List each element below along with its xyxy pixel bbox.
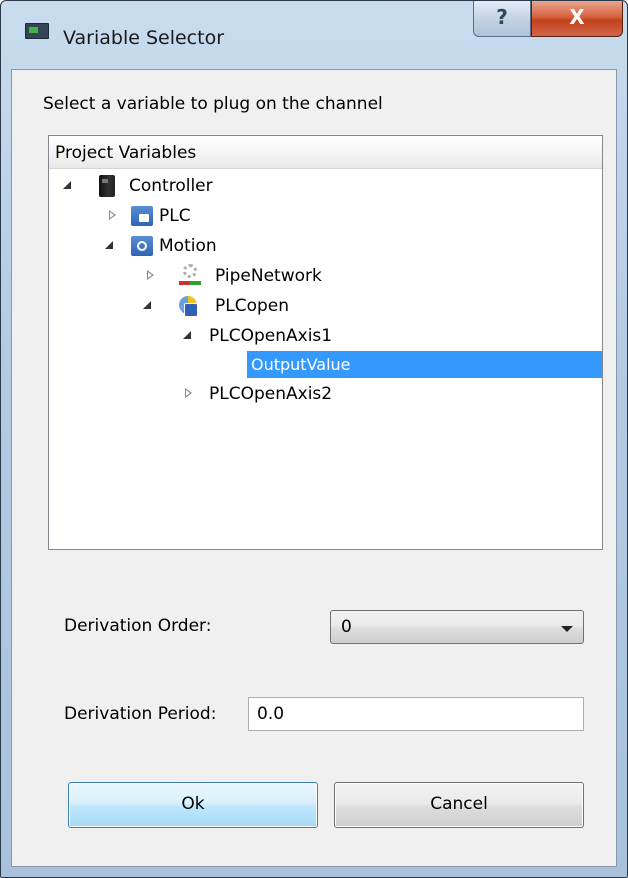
expanded-arrow-icon[interactable]	[143, 301, 151, 309]
window-title: Variable Selector	[63, 27, 225, 49]
variable-selector-window: Variable Selector ? X Select a variable …	[0, 0, 628, 878]
tree-item-motion[interactable]: Motion	[49, 232, 602, 260]
tree-item-label: PLCOpenAxis1	[209, 326, 333, 346]
ok-button[interactable]: Ok	[68, 782, 318, 828]
derivation-period-label: Derivation Period:	[64, 704, 217, 724]
tree-item-controller[interactable]: Controller	[49, 172, 602, 200]
close-button[interactable]: X	[531, 1, 623, 37]
collapsed-arrow-icon[interactable]	[147, 270, 154, 280]
chevron-down-icon[interactable]	[561, 626, 573, 632]
tree-item-label: Controller	[129, 176, 213, 196]
dialog-body: Select a variable to plug on the channel…	[11, 69, 617, 867]
derivation-order-value: 0	[341, 617, 352, 637]
derivation-period-input[interactable]	[248, 697, 584, 731]
expanded-arrow-icon[interactable]	[105, 241, 113, 249]
tree-item-outputvalue[interactable]: OutputValue	[247, 351, 602, 378]
tree-item-label: PLCopen	[215, 296, 290, 316]
tree-item-label: PLC	[159, 206, 191, 226]
tree-item-label: PLCOpenAxis2	[209, 384, 333, 404]
title-bar[interactable]: Variable Selector ? X	[1, 1, 627, 49]
tree-column-header[interactable]: Project Variables	[49, 136, 602, 169]
plcopen-icon	[177, 294, 201, 318]
pipe-network-icon	[179, 264, 201, 288]
instruction-text: Select a variable to plug on the channel	[43, 94, 383, 114]
motion-icon	[131, 236, 153, 256]
tree-item-label: OutputValue	[251, 355, 351, 374]
derivation-order-label: Derivation Order:	[64, 616, 212, 636]
tree-item-plcopenaxis2[interactable]: PLCOpenAxis2	[49, 380, 602, 408]
tree-item-plc[interactable]: PLC	[49, 202, 602, 230]
plc-icon	[131, 206, 153, 226]
tree-item-label: Motion	[159, 236, 217, 256]
tree-item-plcopen[interactable]: PLCopen	[49, 292, 602, 320]
derivation-order-select[interactable]: 0	[330, 610, 584, 644]
app-icon	[25, 23, 49, 39]
controller-icon	[99, 175, 115, 197]
collapsed-arrow-icon[interactable]	[185, 388, 192, 398]
cancel-button[interactable]: Cancel	[334, 782, 584, 828]
tree-header-label: Project Variables	[55, 143, 197, 163]
tree-item-pipenetwork[interactable]: PipeNetwork	[49, 262, 602, 290]
collapsed-arrow-icon[interactable]	[109, 210, 116, 220]
expanded-arrow-icon[interactable]	[63, 181, 71, 189]
help-button[interactable]: ?	[473, 1, 531, 37]
tree-item-plcopenaxis1[interactable]: PLCOpenAxis1	[49, 322, 602, 350]
variable-tree[interactable]: Project Variables Controller PLC Motion	[48, 135, 603, 550]
tree-item-label: PipeNetwork	[215, 266, 322, 286]
expanded-arrow-icon[interactable]	[183, 331, 191, 339]
